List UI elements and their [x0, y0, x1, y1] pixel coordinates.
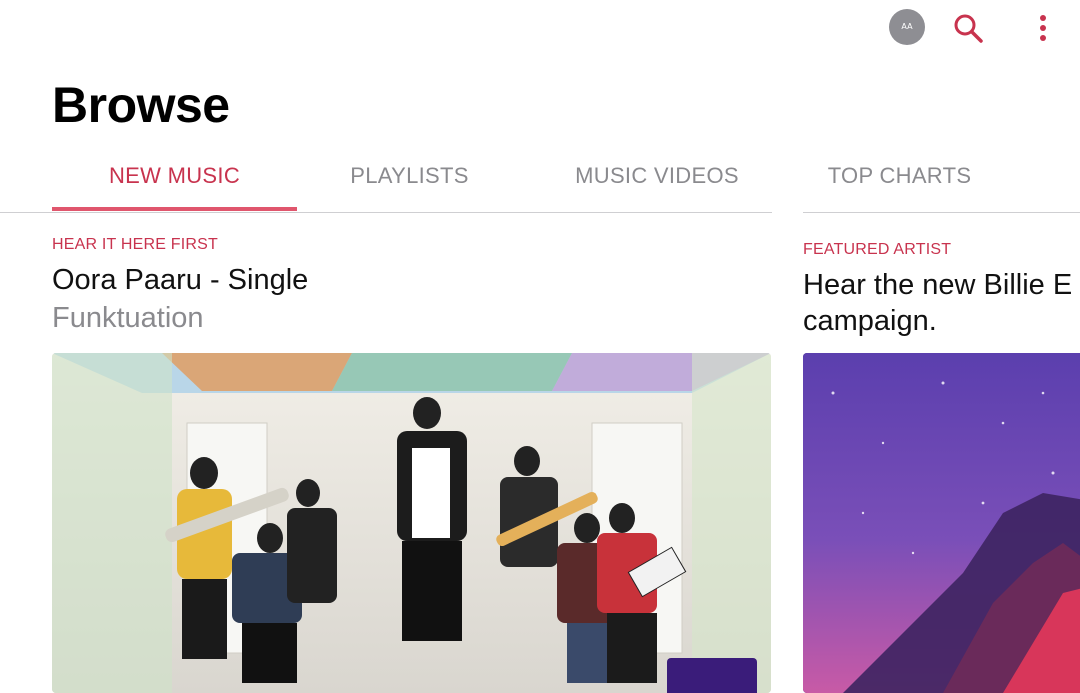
card-eyebrow: FEATURED ARTIST	[803, 241, 952, 258]
feature-card-1[interactable]: HEAR IT HERE FIRST Oora Paaru - Single F…	[52, 236, 771, 335]
page-title: Browse	[52, 77, 230, 133]
card-title: Hear the new Billie E	[803, 269, 1073, 301]
tab-playlists[interactable]: PLAYLISTS	[297, 150, 522, 210]
more-vertical-icon[interactable]	[1030, 12, 1056, 44]
avatar[interactable]: AA	[889, 9, 925, 45]
tab-music-videos[interactable]: MUSIC VIDEOS	[542, 150, 772, 210]
featured-artist-image[interactable]	[803, 353, 1080, 693]
tabs-divider-right	[803, 212, 1080, 213]
active-tab-indicator	[52, 207, 297, 211]
card-title: Oora Paaru - Single	[52, 264, 309, 296]
tabs-divider	[0, 212, 772, 213]
album-artwork-image[interactable]	[52, 353, 771, 693]
search-icon[interactable]	[950, 10, 986, 46]
card-title-line2: campaign.	[803, 305, 937, 337]
feature-card-2[interactable]: FEATURED ARTIST Hear the new Billie E ca…	[803, 241, 1080, 339]
top-bar: AA	[0, 0, 1080, 56]
card-subtitle: Funktuation	[52, 302, 204, 334]
card-eyebrow: HEAR IT HERE FIRST	[52, 236, 218, 253]
tab-top-charts[interactable]: TOP CHARTS	[797, 150, 1002, 210]
tab-bar: NEW MUSIC PLAYLISTS MUSIC VIDEOS TOP CHA…	[52, 150, 1032, 212]
tab-new-music[interactable]: NEW MUSIC	[52, 150, 297, 210]
